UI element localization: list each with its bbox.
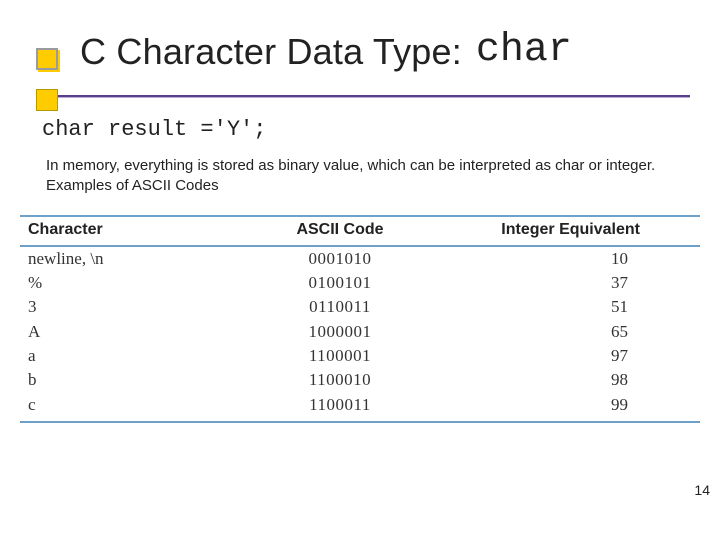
table-row: A 1000001 65 (20, 320, 700, 344)
title-underline (44, 95, 690, 97)
page-number: 14 (694, 482, 710, 498)
table-row: c 1100011 99 (20, 393, 700, 422)
bullet-square-outline-icon (36, 48, 58, 70)
cell-character: b (20, 368, 220, 392)
cell-ascii: 0001010 (220, 246, 460, 271)
cell-ascii: 1000001 (220, 320, 460, 344)
cell-integer: 37 (460, 271, 700, 295)
cell-integer: 51 (460, 295, 700, 319)
table-row: % 0100101 37 (20, 271, 700, 295)
cell-character: c (20, 393, 220, 422)
cell-character: newline, \n (20, 246, 220, 271)
ascii-table-wrap: Character ASCII Code Integer Equivalent … (0, 215, 720, 424)
cell-ascii: 1100001 (220, 344, 460, 368)
slide-title: C Character Data Type: (80, 31, 462, 73)
cell-ascii: 1100011 (220, 393, 460, 422)
ascii-table: Character ASCII Code Integer Equivalent … (20, 215, 700, 424)
cell-integer: 65 (460, 320, 700, 344)
cell-character: 3 (20, 295, 220, 319)
th-integer: Integer Equivalent (460, 216, 700, 246)
cell-character: a (20, 344, 220, 368)
table-row: newline, \n 0001010 10 (20, 246, 700, 271)
title-row: C Character Data Type: char (0, 28, 720, 73)
table-row: b 1100010 98 (20, 368, 700, 392)
th-ascii: ASCII Code (220, 216, 460, 246)
cell-integer: 99 (460, 393, 700, 422)
table-header-row: Character ASCII Code Integer Equivalent (20, 216, 700, 246)
table-row: a 1100001 97 (20, 344, 700, 368)
cell-character: % (20, 271, 220, 295)
slide: C Character Data Type: char char result … (0, 0, 720, 540)
cell-integer: 98 (460, 368, 700, 392)
table-row: 3 0110011 51 (20, 295, 700, 319)
description-text: In memory, everything is stored as binar… (46, 156, 674, 197)
cell-integer: 10 (460, 246, 700, 271)
slide-title-code: char (476, 28, 572, 73)
cell-ascii: 0110011 (220, 295, 460, 319)
accent-square-icon (36, 89, 58, 111)
title-rule-wrap (0, 95, 720, 97)
cell-ascii: 0100101 (220, 271, 460, 295)
cell-character: A (20, 320, 220, 344)
cell-integer: 97 (460, 344, 700, 368)
th-character: Character (20, 216, 220, 246)
cell-ascii: 1100010 (220, 368, 460, 392)
code-example: char result ='Y'; (42, 117, 720, 142)
